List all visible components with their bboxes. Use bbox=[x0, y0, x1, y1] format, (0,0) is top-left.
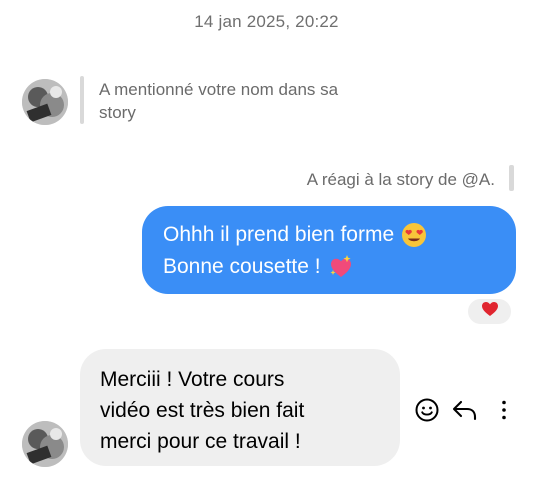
avatar[interactable] bbox=[22, 421, 68, 467]
react-button[interactable] bbox=[414, 397, 440, 428]
message-line: Bonne cousette ! bbox=[163, 255, 321, 278]
story-mention-text[interactable]: A mentionné votre nom dans sa story bbox=[99, 78, 409, 124]
reply-icon bbox=[451, 400, 479, 427]
message-line: Merciii ! Votre cours bbox=[100, 368, 285, 391]
message-line: Ohhh il prend bien forme bbox=[163, 223, 395, 246]
story-reply-bar bbox=[509, 165, 514, 191]
message-line: vidéo est très bien fait bbox=[100, 399, 305, 422]
story-mention-bar bbox=[80, 76, 84, 124]
story-mention-line: A mentionné votre nom dans sa bbox=[99, 80, 339, 99]
avatar[interactable] bbox=[22, 79, 68, 125]
message-reaction[interactable] bbox=[466, 297, 513, 326]
red-heart-icon bbox=[481, 301, 499, 322]
smiley-icon bbox=[414, 398, 440, 427]
story-mention-line: story bbox=[99, 103, 136, 122]
reply-button[interactable] bbox=[451, 397, 479, 428]
more-vertical-icon bbox=[496, 400, 512, 425]
story-reply-context[interactable]: A réagi à la story de @A. bbox=[307, 170, 495, 190]
incoming-message-bubble[interactable]: Merciii ! Votre cours vidéo est très bie… bbox=[80, 349, 400, 466]
outgoing-message-bubble[interactable]: Ohhh il prend bien forme Bonne cousette … bbox=[142, 206, 516, 294]
message-line: merci pour ce travail ! bbox=[100, 430, 301, 453]
conversation-timestamp: 14 jan 2025, 20:22 bbox=[194, 12, 339, 31]
heart-eyes-emoji bbox=[401, 222, 427, 248]
sparkling-heart-emoji bbox=[328, 254, 354, 280]
more-options-button[interactable] bbox=[496, 399, 512, 426]
